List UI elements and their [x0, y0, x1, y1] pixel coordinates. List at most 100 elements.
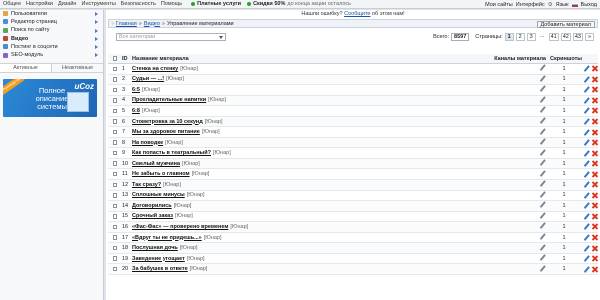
- row-checkbox[interactable]: [112, 119, 118, 124]
- paid-services-label[interactable]: Платные услуги: [197, 1, 241, 7]
- delete-icon[interactable]: [592, 235, 598, 241]
- edit-channels-icon[interactable]: [540, 86, 546, 92]
- row-checkbox[interactable]: [112, 161, 118, 166]
- edit-icon[interactable]: [584, 150, 590, 156]
- material-title-link[interactable]: За бабушек в ответе: [132, 266, 188, 272]
- edit-channels-icon[interactable]: [540, 191, 546, 197]
- delete-icon[interactable]: [592, 150, 598, 156]
- author-tag[interactable]: [Юнар]: [213, 150, 231, 156]
- page-link[interactable]: 2: [515, 33, 525, 41]
- edit-icon[interactable]: [584, 108, 590, 114]
- edit-channels-icon[interactable]: [540, 139, 546, 145]
- row-checkbox[interactable]: [112, 77, 118, 82]
- my-sites-link[interactable]: Мои сайты: [485, 2, 513, 8]
- author-tag[interactable]: [Юнар]: [163, 182, 181, 188]
- author-tag[interactable]: [Юнар]: [187, 256, 205, 262]
- edit-icon[interactable]: [584, 161, 590, 167]
- author-tag[interactable]: [Юнар]: [175, 213, 193, 219]
- material-title-link[interactable]: «Вдруг ты не придешь...»: [132, 235, 202, 241]
- row-checkbox[interactable]: [112, 203, 118, 209]
- edit-channels-icon[interactable]: [540, 96, 546, 102]
- edit-channels-icon[interactable]: [540, 149, 546, 155]
- edit-channels-icon[interactable]: [540, 202, 546, 208]
- edit-icon[interactable]: [584, 256, 590, 262]
- material-title-link[interactable]: Срочный заказ: [132, 213, 173, 219]
- material-title-link[interactable]: Стометровка за 10 секунд: [132, 119, 203, 125]
- edit-channels-icon[interactable]: [540, 65, 546, 71]
- edit-icon[interactable]: [584, 192, 590, 198]
- edit-channels-icon[interactable]: [540, 223, 546, 229]
- material-title-link[interactable]: Не забыть о главном: [132, 171, 190, 177]
- edit-channels-icon[interactable]: [540, 160, 546, 166]
- delete-icon[interactable]: [592, 87, 598, 93]
- logout-link[interactable]: Выход: [581, 2, 597, 8]
- edit-icon[interactable]: [584, 76, 590, 82]
- material-title-link[interactable]: 6:8: [132, 108, 140, 114]
- edit-channels-icon[interactable]: [540, 244, 546, 250]
- edit-icon[interactable]: [584, 245, 590, 251]
- edit-channels-icon[interactable]: [540, 128, 546, 134]
- edit-channels-icon[interactable]: [540, 75, 546, 81]
- edit-icon[interactable]: [584, 66, 590, 72]
- author-tag[interactable]: [Юнар]: [142, 87, 160, 93]
- delete-icon[interactable]: [592, 140, 598, 146]
- material-title-link[interactable]: Заведение угощает: [132, 256, 185, 262]
- sidebar-item[interactable]: Редактор страниц: [0, 18, 103, 26]
- language-link[interactable]: Язык: [556, 2, 569, 8]
- material-title-link[interactable]: 6:5: [132, 87, 140, 93]
- delete-icon[interactable]: [592, 66, 598, 72]
- row-checkbox[interactable]: [112, 182, 118, 188]
- add-material-button[interactable]: Добавить материал: [536, 20, 595, 28]
- category-select[interactable]: Все категории: [116, 33, 226, 41]
- top-nav-item[interactable]: Помощь: [161, 1, 182, 7]
- edit-icon[interactable]: [584, 97, 590, 103]
- delete-icon[interactable]: [592, 129, 598, 135]
- author-tag[interactable]: [Юнар]: [204, 235, 222, 241]
- row-checkbox[interactable]: [112, 235, 118, 240]
- edit-icon[interactable]: [584, 224, 590, 230]
- col-name[interactable]: Название материала: [132, 56, 468, 62]
- row-checkbox[interactable]: [112, 171, 118, 177]
- row-checkbox[interactable]: [112, 214, 118, 219]
- edit-channels-icon[interactable]: [540, 265, 546, 271]
- top-nav-item[interactable]: Общее: [3, 1, 21, 7]
- edit-icon[interactable]: [584, 203, 590, 209]
- author-tag[interactable]: [Юнар]: [208, 97, 226, 103]
- row-checkbox[interactable]: [112, 256, 118, 261]
- edit-icon[interactable]: [584, 129, 590, 135]
- sidebar-item[interactable]: Видео: [0, 35, 103, 43]
- author-tag[interactable]: [Юнар]: [174, 203, 192, 209]
- material-title-link[interactable]: Договорились: [132, 203, 172, 209]
- author-tag[interactable]: [Юнар]: [192, 171, 210, 177]
- author-tag[interactable]: [Юнар]: [230, 224, 248, 230]
- delete-icon[interactable]: [592, 171, 598, 177]
- page-link[interactable]: 1: [504, 33, 514, 41]
- edit-icon[interactable]: [584, 87, 590, 93]
- paid-services[interactable]: Платные услуги Скидки 50% до конца акции…: [191, 1, 351, 7]
- material-title-link[interactable]: «Фас-Фас» — проверено временем: [132, 224, 228, 230]
- row-checkbox[interactable]: [112, 129, 118, 135]
- page-link[interactable]: 43: [572, 33, 583, 41]
- delete-icon[interactable]: [592, 203, 598, 209]
- top-nav-item[interactable]: Инструменты: [81, 1, 115, 7]
- sidebar-item[interactable]: Пользователи: [0, 10, 103, 18]
- material-title-link[interactable]: Прохладительные напитки: [132, 97, 206, 103]
- material-title-link[interactable]: Смелый мужчина: [132, 161, 180, 167]
- delete-icon[interactable]: [592, 266, 598, 272]
- row-checkbox[interactable]: [112, 98, 118, 103]
- edit-channels-icon[interactable]: [540, 107, 546, 113]
- edit-icon[interactable]: [584, 235, 590, 241]
- material-title-link[interactable]: Мы за здоровое питание: [132, 129, 200, 135]
- author-tag[interactable]: [Юнар]: [142, 108, 160, 114]
- row-checkbox[interactable]: [112, 150, 118, 156]
- row-checkbox[interactable]: [112, 108, 118, 114]
- material-title-link[interactable]: На поводке: [132, 140, 163, 146]
- top-nav-item[interactable]: Настройки: [26, 1, 53, 7]
- delete-icon[interactable]: [592, 161, 598, 167]
- breadcrumb-video[interactable]: Видео: [144, 21, 160, 27]
- edit-icon[interactable]: [584, 182, 590, 188]
- row-checkbox[interactable]: [112, 245, 118, 251]
- edit-icon[interactable]: [584, 140, 590, 146]
- edit-channels-icon[interactable]: [540, 212, 546, 218]
- delete-icon[interactable]: [592, 108, 598, 114]
